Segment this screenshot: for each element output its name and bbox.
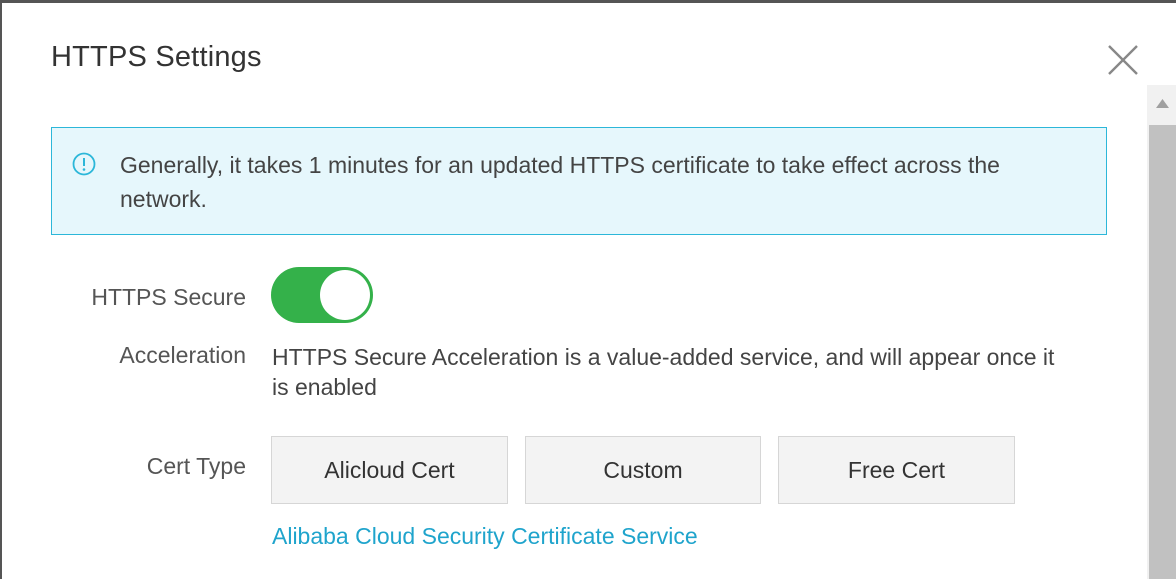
custom-cert-button[interactable]: Custom xyxy=(525,436,761,504)
https-settings-dialog: HTTPS Settings Generally, it takes 1 min… xyxy=(0,0,1176,579)
close-button[interactable] xyxy=(1106,43,1140,77)
close-icon xyxy=(1108,45,1138,75)
notice-text: Generally, it takes 1 minutes for an upd… xyxy=(120,152,1000,212)
scroll-up-button[interactable] xyxy=(1147,85,1176,125)
https-acceleration-toggle[interactable] xyxy=(271,267,373,323)
alicloud-cert-button[interactable]: Alicloud Cert xyxy=(271,436,508,504)
dialog-title: HTTPS Settings xyxy=(51,41,262,73)
caret-up-icon xyxy=(1156,99,1169,108)
free-cert-button[interactable]: Free Cert xyxy=(778,436,1015,504)
vertical-scrollbar[interactable] xyxy=(1147,85,1176,579)
https-acceleration-description: HTTPS Secure Acceleration is a value-add… xyxy=(272,344,1055,400)
cert-type-label: Cert Type xyxy=(146,453,246,479)
https-acceleration-label-line1: HTTPS Secure xyxy=(91,284,246,310)
toggle-knob xyxy=(320,270,370,320)
https-acceleration-label-line2: Acceleration xyxy=(119,342,246,368)
info-circle-icon xyxy=(72,152,96,176)
scrollbar-thumb[interactable] xyxy=(1149,125,1176,579)
certificate-service-link[interactable]: Alibaba Cloud Security Certificate Servi… xyxy=(272,523,698,550)
info-notice: Generally, it takes 1 minutes for an upd… xyxy=(51,127,1107,235)
